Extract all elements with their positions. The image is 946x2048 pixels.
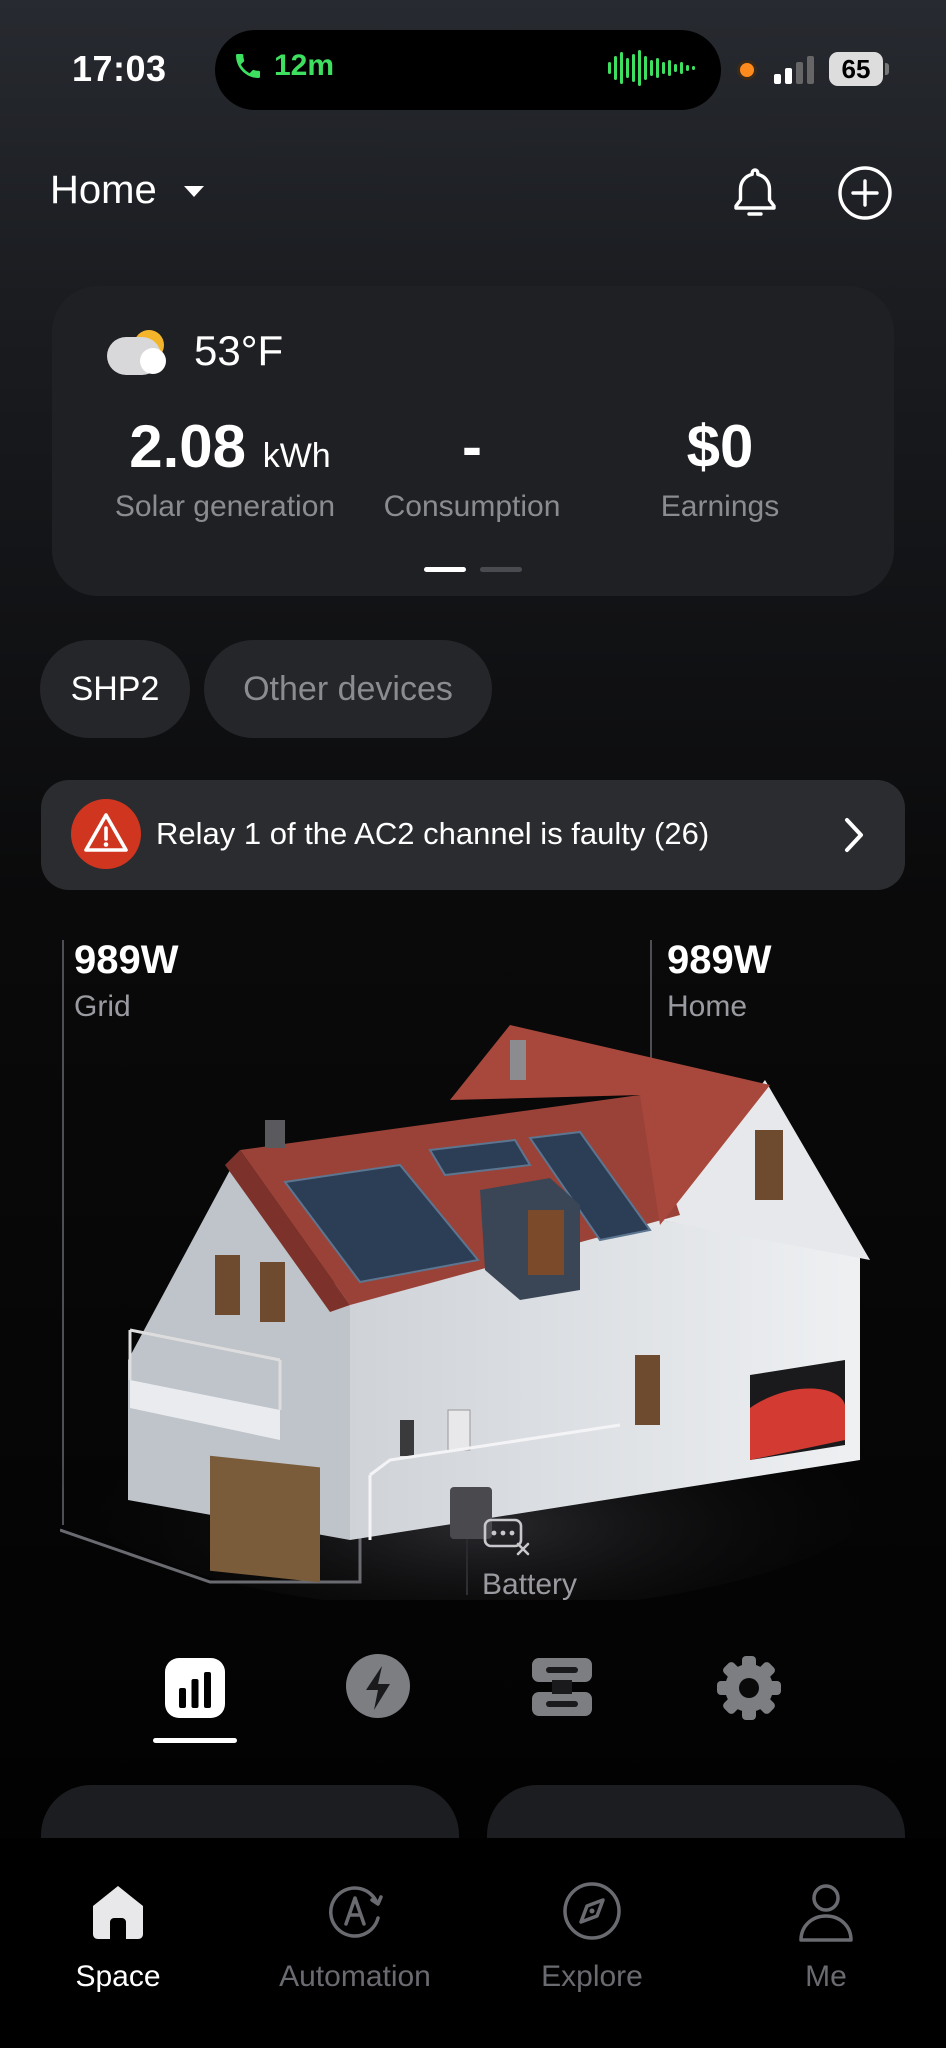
- solar-value: 2.08: [129, 413, 247, 480]
- house-icon[interactable]: [85, 1878, 151, 1944]
- nav-space[interactable]: Space: [0, 1960, 238, 1994]
- solar-generation-label: Solar generation: [114, 490, 336, 523]
- home-selector[interactable]: Home: [50, 168, 157, 213]
- devices-icon[interactable]: [526, 1652, 598, 1724]
- partly-cloudy-icon: [107, 330, 166, 375]
- bolt-icon[interactable]: [342, 1652, 414, 1724]
- temperature: 53°F: [194, 327, 284, 374]
- bell-icon[interactable]: [726, 164, 784, 222]
- warning-icon: [71, 799, 141, 869]
- person-icon[interactable]: [793, 1878, 859, 1944]
- earnings-label: Earnings: [660, 490, 780, 523]
- page-indicator-active[interactable]: [424, 567, 466, 572]
- page-indicator[interactable]: [480, 567, 522, 572]
- recording-indicator: [737, 60, 757, 80]
- cellular-signal-icon: [774, 56, 814, 84]
- chart-icon[interactable]: [159, 1652, 231, 1724]
- consumption-label: Consumption: [383, 490, 561, 523]
- grid-power-value: 989W: [74, 938, 179, 982]
- device-chip-other[interactable]: Other devices: [204, 640, 492, 738]
- battery-device-icon: [483, 1518, 530, 1556]
- solar-generation-value: 2.08 kWh: [110, 412, 350, 481]
- nav-me[interactable]: Me: [706, 1960, 946, 1994]
- chevron-down-icon[interactable]: [184, 186, 204, 197]
- status-time: 17:03: [72, 48, 167, 89]
- automation-icon[interactable]: [322, 1878, 388, 1944]
- chevron-right-icon[interactable]: [838, 815, 870, 855]
- consumption-value: -: [462, 413, 482, 480]
- alert-message: Relay 1 of the AC2 channel is faulty (26…: [156, 816, 710, 851]
- home-power-value: 989W: [667, 938, 772, 982]
- nav-automation[interactable]: Automation: [235, 1960, 475, 1994]
- battery-indicator: 65: [829, 52, 889, 86]
- battery-label: Battery: [482, 1568, 578, 1601]
- audio-wave-icon: [608, 50, 695, 86]
- phone-icon: [236, 54, 260, 78]
- nav-explore[interactable]: Explore: [472, 1960, 712, 1994]
- call-duration: 12m: [274, 49, 335, 82]
- compass-icon[interactable]: [559, 1878, 625, 1944]
- device-chip-shp2[interactable]: SHP2: [40, 640, 190, 738]
- add-device-icon[interactable]: [836, 164, 894, 222]
- battery-level: 65: [829, 52, 883, 86]
- gear-icon[interactable]: [713, 1652, 785, 1724]
- house-illustration[interactable]: [60, 1000, 890, 1600]
- tab-selected-indicator: [153, 1738, 237, 1743]
- solar-unit: kWh: [262, 437, 331, 475]
- earnings-value: $0: [686, 413, 754, 480]
